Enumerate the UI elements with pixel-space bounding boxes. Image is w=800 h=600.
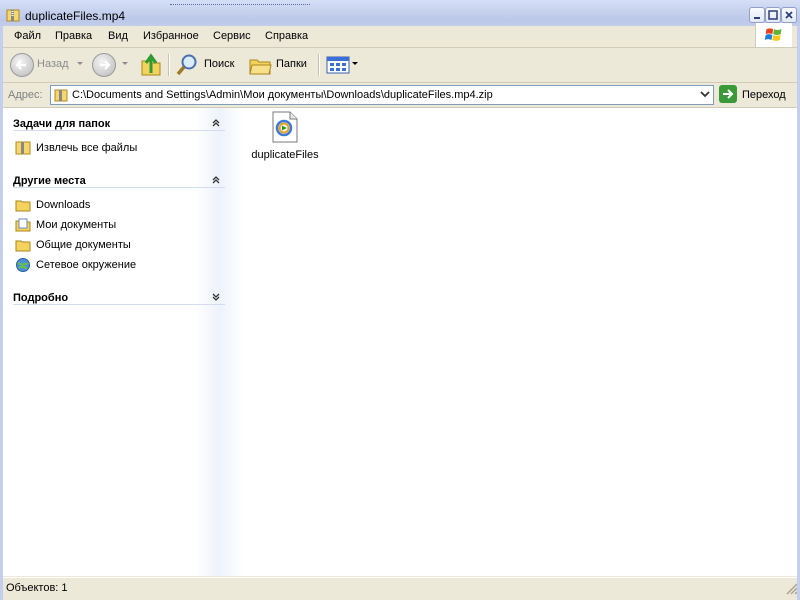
collapse-icon[interactable] <box>211 175 221 185</box>
back-arrow-icon <box>15 60 26 70</box>
menu-tools[interactable]: Сервис <box>213 30 251 42</box>
tasks-panel-title[interactable]: Задачи для папок <box>13 118 110 130</box>
file-item[interactable]: duplicateFiles <box>250 111 320 171</box>
place-label[interactable]: Downloads <box>36 199 90 211</box>
folders-button[interactable]: Папки <box>276 58 307 70</box>
tasks-panel-header[interactable]: Задачи для папок <box>13 110 225 131</box>
menu-bar: Файл Правка Вид Избранное Сервис Справка <box>0 26 800 48</box>
address-path[interactable]: C:\Documents and Settings\Admin\Мои доку… <box>72 89 493 101</box>
place-label[interactable]: Сетевое окружение <box>36 259 136 271</box>
zip-folder-icon <box>54 89 68 102</box>
go-label[interactable]: Переход <box>742 89 786 101</box>
toolbar-separator <box>318 54 320 76</box>
back-button[interactable] <box>10 53 34 77</box>
windows-flag-icon <box>764 28 782 41</box>
media-file-icon <box>272 111 298 143</box>
details-panel-title[interactable]: Подробно <box>13 292 68 304</box>
folder-icon <box>15 200 31 212</box>
status-bar: Объектов: 1 <box>0 577 800 599</box>
toolbar-separator <box>168 54 170 76</box>
window-title: duplicateFiles.mp4 <box>25 9 126 23</box>
menu-file[interactable]: Файл <box>14 30 41 42</box>
minimize-icon <box>754 17 760 19</box>
folder-icon <box>15 240 31 252</box>
restore-icon <box>768 10 778 20</box>
my-documents-icon <box>15 218 31 232</box>
window-border-left[interactable] <box>0 26 3 600</box>
place-label[interactable]: Общие документы <box>36 239 131 251</box>
menu-edit[interactable]: Правка <box>55 30 92 42</box>
back-label[interactable]: Назад <box>37 58 69 70</box>
task-pane: Задачи для папок Извлечь все файлы Други… <box>3 108 243 576</box>
place-label[interactable]: Мои документы <box>36 219 116 231</box>
zip-folder-icon <box>6 9 20 22</box>
go-button[interactable] <box>719 85 737 103</box>
task-label[interactable]: Извлечь все файлы <box>36 142 137 154</box>
forward-dropdown-arrow[interactable] <box>122 62 128 65</box>
places-panel-header[interactable]: Другие места <box>13 167 225 188</box>
places-panel-title[interactable]: Другие места <box>13 175 86 187</box>
menu-favorites[interactable]: Избранное <box>143 30 199 42</box>
main-content: Задачи для папок Извлечь все файлы Други… <box>3 108 797 576</box>
toolbar: Назад Поиск Папки <box>0 48 800 83</box>
network-icon <box>16 258 30 272</box>
views-dropdown-arrow[interactable] <box>352 62 358 65</box>
back-dropdown-arrow[interactable] <box>77 62 83 65</box>
address-bar: Адрес: C:\Documents and Settings\Admin\М… <box>0 83 800 108</box>
forward-arrow-icon <box>100 60 111 70</box>
details-panel-header[interactable]: Подробно <box>13 284 225 305</box>
folders-icon[interactable] <box>248 54 272 76</box>
windows-logo <box>755 23 792 47</box>
menu-help[interactable]: Справка <box>265 30 308 42</box>
folder-up-icon[interactable] <box>140 53 162 77</box>
explorer-window: duplicateFiles.mp4 Файл Правка Вид Избра… <box>0 0 800 600</box>
collapse-icon[interactable] <box>211 118 221 128</box>
minimize-button[interactable] <box>749 7 765 23</box>
close-button[interactable] <box>781 7 797 23</box>
menu-view[interactable]: Вид <box>108 30 128 42</box>
status-text: Объектов: 1 <box>6 582 68 594</box>
search-button[interactable]: Поиск <box>204 58 234 70</box>
background-window-edge <box>170 0 310 5</box>
address-label: Адрес: <box>8 89 43 101</box>
views-icon[interactable] <box>326 56 350 74</box>
file-name[interactable]: duplicateFiles <box>250 149 320 161</box>
forward-button[interactable] <box>92 53 116 77</box>
maximize-button[interactable] <box>765 7 781 23</box>
resize-grip-icon[interactable] <box>784 581 798 595</box>
zip-folder-icon <box>15 141 31 155</box>
expand-icon[interactable] <box>211 292 221 302</box>
close-icon <box>785 11 793 19</box>
address-input[interactable]: C:\Documents and Settings\Admin\Мои доку… <box>50 85 714 105</box>
go-arrow-icon <box>723 89 734 99</box>
search-icon[interactable] <box>176 53 200 77</box>
chevron-down-icon[interactable] <box>699 88 711 100</box>
